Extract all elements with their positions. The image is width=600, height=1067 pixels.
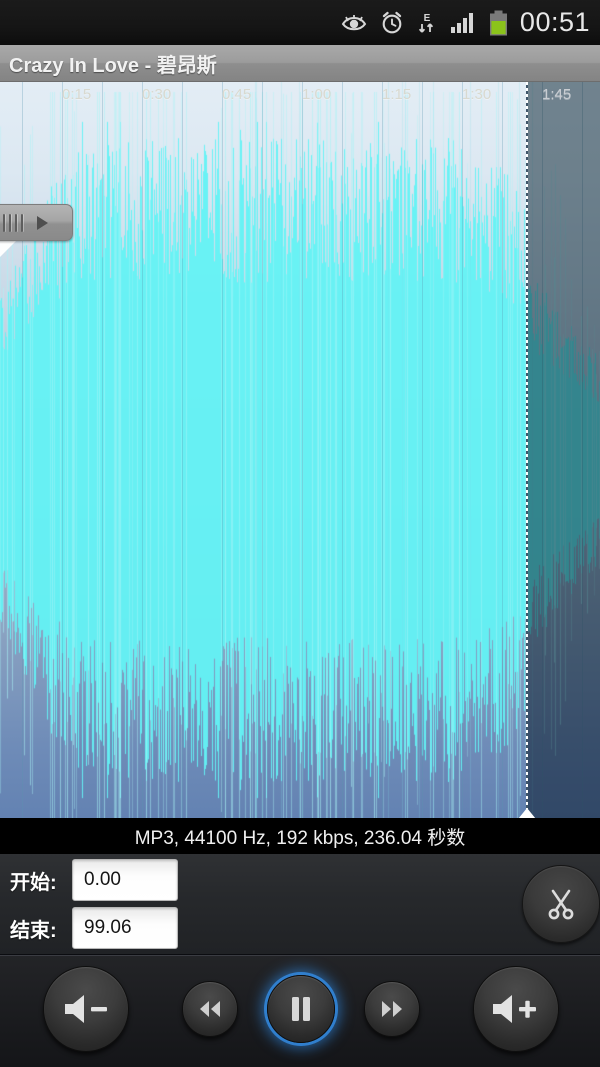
rewind-icon: [200, 1001, 220, 1017]
chevron-right-icon: [37, 215, 48, 230]
gridline: [302, 82, 303, 818]
page-title: Crazy In Love - 碧昂斯: [9, 54, 217, 77]
waveform-canvas[interactable]: [0, 82, 600, 818]
edge-data-icon: E: [417, 11, 437, 35]
pause-icon: [292, 997, 310, 1021]
gridline: [342, 82, 343, 818]
file-info-text: MP3, 44100 Hz, 192 kbps, 236.04 秒数: [134, 827, 466, 849]
signal-bars-icon: [450, 12, 476, 34]
volume-down-button[interactable]: [43, 966, 129, 1052]
grip-lines-icon: [3, 213, 23, 232]
status-clock: 00:51: [519, 7, 590, 37]
title-bar: Crazy In Love - 碧昂斯: [0, 45, 600, 82]
gridline: [102, 82, 103, 818]
ruler-tick: 1:00: [302, 86, 332, 103]
waveform-area[interactable]: 0:15 0:30 0:45 1:00 1:15 1:30 1:45: [0, 82, 600, 818]
ruler-tick: 0:45: [222, 86, 252, 103]
fast-forward-button[interactable]: [364, 981, 420, 1037]
volume-up-button[interactable]: [473, 966, 559, 1052]
gridline: [382, 82, 383, 818]
ruler-tick: 1:15: [382, 86, 412, 103]
rewind-button[interactable]: [182, 981, 238, 1037]
gridline: [262, 82, 263, 818]
end-time-label: 结束:: [10, 919, 57, 942]
ruler-tick: 1:45: [542, 86, 572, 103]
selection-boundary-line: [526, 82, 528, 818]
scissors-icon: [548, 889, 574, 920]
edit-panel: 开始: 0.00 结束: 99.06: [0, 854, 600, 955]
svg-text:E: E: [424, 13, 431, 24]
gridline: [142, 82, 143, 818]
audio-editor-screen: E 00:51 Crazy In Love - 碧昂斯 0:15 0:30 0:…: [0, 0, 600, 1067]
end-time-row: 结束: 99.06: [10, 907, 178, 949]
gridline: [62, 82, 63, 818]
gridline: [502, 82, 503, 818]
end-time-input[interactable]: 99.06: [72, 907, 178, 949]
start-time-label: 开始:: [10, 871, 57, 894]
ruler-tick: 0:15: [62, 86, 92, 103]
gridline: [422, 82, 423, 818]
volume-down-icon: [65, 995, 107, 1023]
gridline: [182, 82, 183, 818]
alarm-clock-icon: [380, 11, 404, 35]
start-handle[interactable]: [0, 204, 73, 241]
volume-up-icon: [493, 995, 536, 1023]
unselected-region-overlay: [527, 82, 600, 818]
battery-icon: [489, 10, 508, 36]
ruler-tick: 0:30: [142, 86, 172, 103]
ruler-tick: 1:30: [462, 86, 492, 103]
eye-icon: [341, 14, 367, 32]
cut-button[interactable]: [522, 865, 600, 943]
fast-forward-icon: [382, 1001, 402, 1017]
file-info-bar: MP3, 44100 Hz, 192 kbps, 236.04 秒数: [0, 818, 600, 854]
transport-bar: [0, 955, 600, 1067]
time-ruler: 0:15 0:30 0:45 1:00 1:15 1:30 1:45: [0, 82, 600, 110]
gridline: [222, 82, 223, 818]
start-time-input[interactable]: 0.00: [72, 859, 178, 901]
gridline: [462, 82, 463, 818]
status-bar: E 00:51: [0, 0, 600, 45]
pause-button[interactable]: [267, 975, 335, 1043]
gridline: [22, 82, 23, 818]
end-marker-flag: [514, 808, 540, 818]
start-time-row: 开始: 0.00: [10, 859, 178, 901]
